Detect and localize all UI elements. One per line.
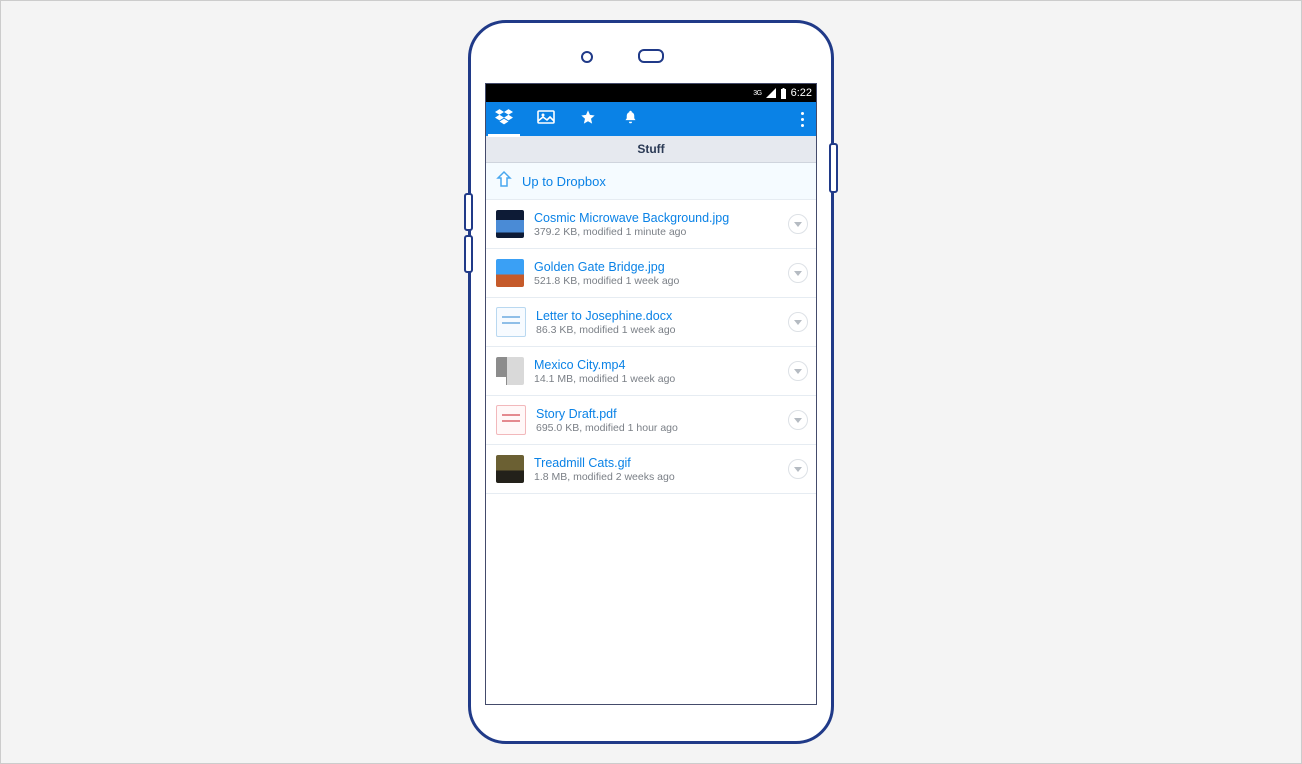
volume-down-button xyxy=(464,235,473,273)
file-info: Golden Gate Bridge.jpg521.8 KB, modified… xyxy=(534,260,778,287)
file-row[interactable]: Story Draft.pdf695.0 KB, modified 1 hour… xyxy=(486,396,816,445)
chevron-down-icon xyxy=(794,369,802,374)
overflow-menu-button[interactable] xyxy=(794,102,810,136)
folder-title-bar: Stuff xyxy=(486,136,816,163)
dropbox-icon xyxy=(495,109,513,130)
file-info: Treadmill Cats.gif1.8 MB, modified 2 wee… xyxy=(534,456,778,483)
file-info: Letter to Josephine.docx86.3 KB, modifie… xyxy=(536,309,778,336)
tab-files[interactable] xyxy=(492,102,516,136)
star-icon xyxy=(580,109,596,130)
chevron-down-icon xyxy=(794,467,802,472)
up-label: Up to Dropbox xyxy=(522,174,606,189)
file-name: Treadmill Cats.gif xyxy=(534,456,778,470)
clock: 6:22 xyxy=(791,87,812,99)
file-row[interactable]: Treadmill Cats.gif1.8 MB, modified 2 wee… xyxy=(486,445,816,494)
front-camera xyxy=(581,51,593,63)
file-name: Letter to Josephine.docx xyxy=(536,309,778,323)
file-thumbnail xyxy=(496,405,526,435)
file-row[interactable]: Mexico City.mp414.1 MB, modified 1 week … xyxy=(486,347,816,396)
device-frame: 3G 6:22 xyxy=(468,20,834,744)
file-row[interactable]: Letter to Josephine.docx86.3 KB, modifie… xyxy=(486,298,816,347)
network-label: 3G xyxy=(753,90,761,97)
status-bar: 3G 6:22 xyxy=(486,84,816,102)
file-thumbnail xyxy=(496,307,526,337)
file-thumbnail xyxy=(496,210,524,238)
bell-icon xyxy=(623,109,638,130)
file-info: Mexico City.mp414.1 MB, modified 1 week … xyxy=(534,358,778,385)
app-toolbar xyxy=(486,102,816,136)
file-thumbnail xyxy=(496,259,524,287)
file-meta: 14.1 MB, modified 1 week ago xyxy=(534,373,778,385)
volume-up-button xyxy=(464,193,473,231)
more-vert-icon xyxy=(801,112,804,127)
file-name: Mexico City.mp4 xyxy=(534,358,778,372)
file-actions-button[interactable] xyxy=(788,459,808,479)
file-name: Golden Gate Bridge.jpg xyxy=(534,260,778,274)
power-button xyxy=(829,143,838,193)
up-to-parent-row[interactable]: Up to Dropbox xyxy=(486,163,816,200)
file-name: Story Draft.pdf xyxy=(536,407,778,421)
chevron-down-icon xyxy=(794,418,802,423)
up-arrow-icon xyxy=(496,170,512,193)
chevron-down-icon xyxy=(794,222,802,227)
file-actions-button[interactable] xyxy=(788,263,808,283)
file-list: Cosmic Microwave Background.jpg379.2 KB,… xyxy=(486,200,816,494)
chevron-down-icon xyxy=(794,271,802,276)
chevron-down-icon xyxy=(794,320,802,325)
signal-icon xyxy=(766,88,776,98)
file-meta: 86.3 KB, modified 1 week ago xyxy=(536,324,778,336)
file-row[interactable]: Golden Gate Bridge.jpg521.8 KB, modified… xyxy=(486,249,816,298)
file-meta: 521.8 KB, modified 1 week ago xyxy=(534,275,778,287)
file-actions-button[interactable] xyxy=(788,361,808,381)
file-info: Cosmic Microwave Background.jpg379.2 KB,… xyxy=(534,211,778,238)
file-info: Story Draft.pdf695.0 KB, modified 1 hour… xyxy=(536,407,778,434)
file-thumbnail xyxy=(496,357,524,385)
file-meta: 1.8 MB, modified 2 weeks ago xyxy=(534,471,778,483)
speaker-slot xyxy=(638,49,664,63)
battery-icon xyxy=(780,88,787,99)
tab-notifications[interactable] xyxy=(618,102,642,136)
folder-title: Stuff xyxy=(637,142,664,156)
screen: 3G 6:22 xyxy=(485,83,817,705)
file-thumbnail xyxy=(496,455,524,483)
file-actions-button[interactable] xyxy=(788,214,808,234)
file-actions-button[interactable] xyxy=(788,312,808,332)
file-row[interactable]: Cosmic Microwave Background.jpg379.2 KB,… xyxy=(486,200,816,249)
tab-favorites[interactable] xyxy=(576,102,600,136)
file-meta: 695.0 KB, modified 1 hour ago xyxy=(536,422,778,434)
photos-icon xyxy=(537,110,555,129)
file-meta: 379.2 KB, modified 1 minute ago xyxy=(534,226,778,238)
tab-photos[interactable] xyxy=(534,102,558,136)
file-name: Cosmic Microwave Background.jpg xyxy=(534,211,778,225)
canvas: 3G 6:22 xyxy=(0,0,1302,764)
file-actions-button[interactable] xyxy=(788,410,808,430)
